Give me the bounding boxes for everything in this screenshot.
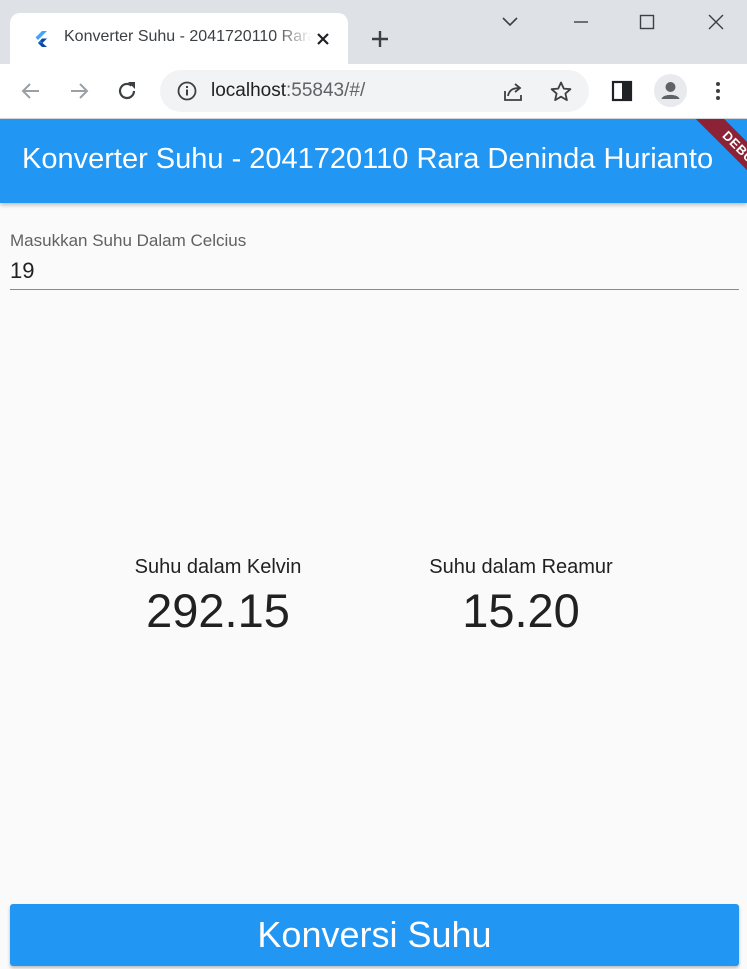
new-tab-plus-icon[interactable] <box>368 27 392 51</box>
profile-person-icon <box>661 82 680 99</box>
app-bar: Konverter Suhu - 2041720110 Rara Deninda… <box>0 119 747 203</box>
back-arrow-icon[interactable] <box>18 78 44 104</box>
browser-tab[interactable]: Konverter Suhu - 2041720110 Rara Deninda… <box>10 13 348 64</box>
convert-button[interactable]: Konversi Suhu <box>10 904 739 966</box>
url-host: localhost <box>211 80 286 101</box>
profile-avatar[interactable] <box>654 74 687 107</box>
more-menu-icon[interactable] <box>705 78 731 104</box>
reamur-result: Suhu dalam Reamur 15.20 <box>391 556 651 638</box>
maximize-window-icon[interactable] <box>635 10 659 34</box>
close-window-icon[interactable] <box>704 10 728 34</box>
kelvin-result: Suhu dalam Kelvin 292.15 <box>88 556 348 638</box>
kelvin-label: Suhu dalam Kelvin <box>134 556 302 578</box>
close-tab-icon[interactable] <box>313 29 333 49</box>
url-path: :55843/#/ <box>286 80 366 101</box>
reamur-label: Suhu dalam Reamur <box>429 556 613 578</box>
address-bar[interactable]: localhost:55843/#/ <box>160 70 589 112</box>
url-text[interactable]: localhost:55843/#/ <box>211 80 365 102</box>
reload-icon[interactable] <box>114 78 140 104</box>
tab-title: Konverter Suhu - 2041720110 Rara Deninda… <box>64 28 312 45</box>
site-info-icon[interactable] <box>176 80 198 102</box>
bookmark-star-icon[interactable] <box>548 79 574 105</box>
kelvin-value: 292.15 <box>146 584 290 637</box>
forward-arrow-icon[interactable] <box>66 78 92 104</box>
share-icon[interactable] <box>500 79 526 105</box>
celcius-field-label: Masukkan Suhu Dalam Celcius <box>10 231 247 250</box>
app-title: Konverter Suhu - 2041720110 Rara Deninda… <box>22 143 714 175</box>
browser-toolbar: localhost:55843/#/ <box>0 64 747 119</box>
reamur-value: 15.20 <box>462 584 580 637</box>
minimize-window-icon[interactable] <box>569 10 593 34</box>
flutter-favicon-icon <box>35 31 47 47</box>
side-panel-icon[interactable] <box>609 78 635 104</box>
tab-search-chevron-icon[interactable] <box>498 10 522 34</box>
browser-tabstrip: Konverter Suhu - 2041720110 Rara Deninda… <box>0 0 747 64</box>
celcius-input[interactable] <box>10 252 739 290</box>
